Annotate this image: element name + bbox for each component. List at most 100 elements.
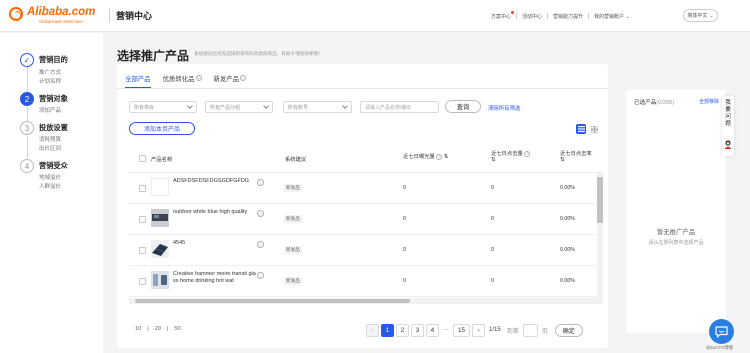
info-icon[interactable]: i: [257, 179, 264, 186]
page-size-50[interactable]: 50: [174, 326, 180, 332]
top-nav: 方案中心 活动中心 营销能力提升 我的营销账户 ⌄: [486, 10, 635, 20]
nav-marketing-skill[interactable]: 营销能力提升: [548, 13, 588, 20]
page-2-button[interactable]: 2: [396, 323, 409, 337]
product-name[interactable]: ADSFDSFDSFDGSGDFGFDG: [173, 178, 258, 185]
clear-filters-link[interactable]: 清除所有筛选: [488, 104, 520, 112]
goto-page-input[interactable]: [522, 323, 538, 337]
ctr-value: 0.00%: [560, 185, 576, 191]
table-row[interactable]: Creative hammer moire transit glass home…: [129, 266, 602, 297]
page-4-button[interactable]: 4: [426, 323, 439, 337]
info-icon[interactable]: i: [257, 241, 264, 248]
step-title: 营销目的: [39, 55, 68, 64]
pagination: ‹ 1 2 3 4 ··· 15 › 1/15 到第 页 确定: [366, 323, 583, 337]
chevron-down-icon: ⌄: [709, 12, 714, 19]
page-size-10[interactable]: 10: [135, 326, 141, 332]
page-15-button[interactable]: 15: [453, 323, 470, 337]
horizontal-scroll-thumb[interactable]: [135, 299, 410, 303]
tab-divider: [117, 88, 608, 89]
empty-state-title: 暂无推广产品: [656, 229, 696, 236]
row-checkbox[interactable]: [139, 278, 146, 285]
row-checkbox[interactable]: [139, 247, 146, 254]
table-row[interactable]: 4545 i 新发品 0 0 0.00%: [129, 235, 602, 266]
tab-quality-products[interactable]: 优质转化品?: [163, 72, 202, 84]
select-all-checkbox[interactable]: [139, 155, 146, 162]
suggestion-badge: 新发品: [284, 277, 302, 285]
check-icon: ✓: [20, 53, 34, 67]
product-name[interactable]: 4545: [173, 240, 258, 247]
language-selector[interactable]: 简体中文 ⌄: [683, 9, 718, 22]
clicks-value: 0: [491, 216, 494, 222]
nav-label: 我的营销账户: [594, 13, 625, 20]
logo-text: Alibaba.com: [27, 6, 96, 18]
step-title: 投放设置: [39, 123, 68, 132]
tab-label: 全部产品: [125, 75, 151, 83]
step-sub: 推广方式: [39, 70, 62, 76]
col-impressions[interactable]: 近七日曝光量 ? ⇅: [403, 152, 448, 160]
sort-icon: ⇅: [560, 157, 565, 163]
page-size-20[interactable]: 20: [155, 326, 161, 332]
product-name[interactable]: outdoor white blue high quality: [173, 209, 258, 216]
product-thumbnail: [151, 209, 169, 227]
list-view-icon[interactable]: [576, 124, 586, 134]
grid-view-icon[interactable]: [589, 124, 599, 134]
clicks-value: 0: [491, 247, 494, 253]
logo-tagline: Global trade starts here.: [39, 19, 84, 24]
floating-help-panel[interactable]: 我要问题: [722, 96, 734, 156]
col-ctr[interactable]: 近七日点击率 ⇅: [560, 149, 592, 163]
top-header: Alibaba.com Global trade starts here. 营销…: [0, 0, 750, 32]
table-row[interactable]: ADSFDSFDSFDGSGDFGFDG i 新发品 0 0 0.00%: [129, 173, 602, 204]
add-page-products-button[interactable]: 添加本页产品: [129, 122, 195, 135]
account-select[interactable]: 所有账号: [283, 101, 352, 113]
language-label: 简体中文: [687, 13, 708, 19]
tab-new-products[interactable]: 新发产品?: [214, 72, 247, 84]
step-title: 营销受众: [39, 161, 68, 170]
sort-icon: ⇅: [443, 154, 449, 160]
table-row[interactable]: outdoor white blue high quality i 新发品 0 …: [129, 204, 602, 235]
nav-solution-center[interactable]: 方案中心: [486, 10, 516, 20]
impressions-value: 0: [403, 247, 406, 253]
help-icon[interactable]: ?: [195, 75, 202, 81]
clicks-value: 0: [491, 278, 494, 284]
page-subtitle: 系统建议您优先选择新发布的同类目商品，有助于增加效果哦！: [194, 51, 323, 56]
page-suffix: 页: [541, 328, 548, 335]
info-icon[interactable]: i: [257, 210, 264, 217]
vertical-scroll-thumb[interactable]: [597, 177, 603, 223]
help-icon: ?: [436, 153, 443, 160]
step-sub: 地域溢价: [39, 175, 62, 181]
step-connector: [27, 107, 28, 121]
prev-page-button[interactable]: ‹: [366, 323, 379, 337]
row-checkbox[interactable]: [139, 185, 146, 192]
col-clicks[interactable]: 近七日点击量 ? ⇅: [491, 149, 531, 163]
nav-my-account[interactable]: 我的营销账户 ⌄: [589, 13, 635, 20]
next-page-button[interactable]: ›: [472, 323, 485, 337]
chat-icon: [715, 325, 728, 338]
confirm-button[interactable]: 确定: [554, 323, 583, 337]
row-checkbox[interactable]: [139, 216, 146, 223]
group-select[interactable]: 所有产品分组: [205, 101, 273, 113]
page-1-button[interactable]: 1: [381, 323, 394, 337]
nav-label: 方案中心: [491, 13, 512, 20]
help-icon[interactable]: ?: [240, 75, 247, 81]
product-tabs: 全部产品 优质转化品? 新发产品?: [125, 72, 247, 88]
help-panel-text: 我要问题: [725, 100, 731, 127]
alibaba-logo[interactable]: Alibaba.com Global trade starts here.: [9, 6, 104, 26]
step-number: 2: [20, 92, 34, 106]
remove-all-link[interactable]: 全部移除: [699, 98, 719, 105]
chevron-down-icon: [187, 103, 193, 109]
category-select[interactable]: 所有类目: [129, 101, 197, 113]
tab-all-products[interactable]: 全部产品: [125, 72, 151, 88]
page-3-button[interactable]: 3: [411, 323, 424, 337]
product-card: 全部产品 优质转化品? 新发产品? 所有类目 所有产品分组 所有账号 请输入产品…: [117, 64, 608, 348]
info-icon[interactable]: i: [257, 272, 264, 279]
chat-button[interactable]: [709, 319, 734, 344]
keyword-input[interactable]: 请输入产品名称/编ID: [360, 101, 439, 113]
nav-activity-center[interactable]: 活动中心: [517, 13, 547, 20]
search-button[interactable]: 查询: [445, 100, 481, 113]
pagination-ellipsis: ···: [443, 327, 449, 333]
notification-dot: [511, 10, 515, 14]
step-number: 3: [20, 121, 34, 135]
product-name[interactable]: Creative hammer moire transit glass home…: [173, 271, 258, 285]
watermark: @51CTO博客: [706, 345, 734, 350]
table-header: 产品名称 系统建议 近七日曝光量 ? ⇅ 近七日点击量 ? ⇅ 近七日点击率 ⇅: [129, 145, 602, 173]
product-thumbnail: [151, 240, 169, 258]
